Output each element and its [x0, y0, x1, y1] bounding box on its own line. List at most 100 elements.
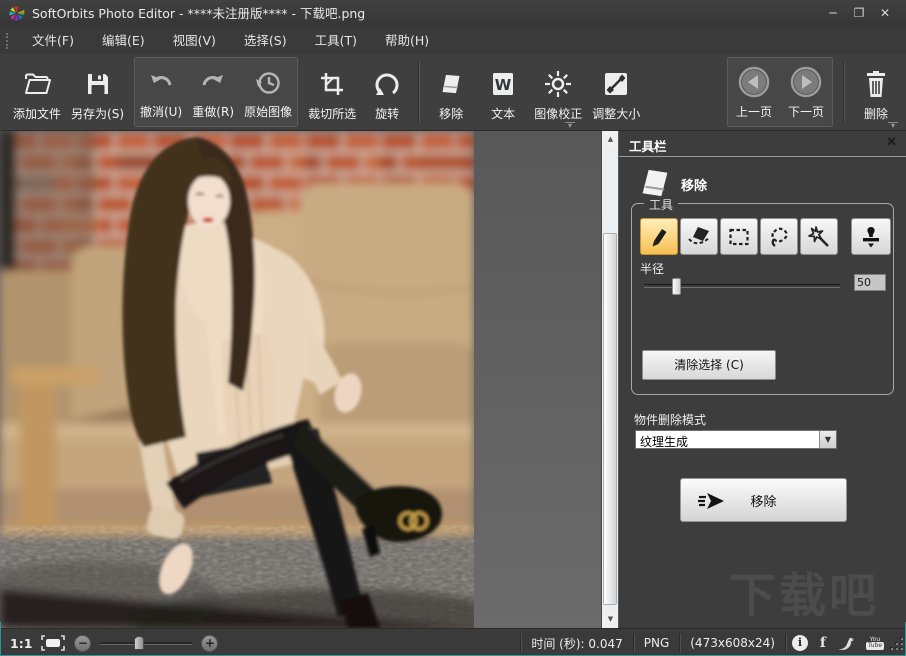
toolbar-label: 上一页: [736, 103, 772, 120]
toolbar-label: 裁切所选: [308, 105, 356, 122]
toolbar-label: 撤消(U): [140, 103, 182, 120]
image-correction-button[interactable]: 图像校正: [529, 56, 587, 128]
close-button[interactable]: ✕: [874, 4, 896, 22]
toolbar-spacer: [645, 56, 722, 128]
watermark-text: 下载吧: [729, 557, 879, 626]
radius-value-input[interactable]: [854, 274, 886, 291]
zoom-ratio-button[interactable]: 1:1: [10, 636, 32, 651]
facebook-icon[interactable]: f: [820, 635, 826, 651]
undo-button[interactable]: 撤消(U): [135, 58, 187, 126]
menu-view[interactable]: 视图(V): [159, 28, 230, 54]
scroll-down-icon[interactable]: ▼: [602, 611, 619, 628]
zoom-slider-handle[interactable]: [134, 636, 144, 650]
folder-open-icon: [22, 65, 52, 103]
brightness-icon: [544, 65, 572, 103]
zoom-out-button[interactable]: −: [74, 635, 91, 652]
magic-wand-tool-button[interactable]: [800, 218, 838, 255]
redo-button[interactable]: 重做(R): [187, 58, 239, 126]
menu-edit[interactable]: 编辑(E): [88, 28, 159, 54]
status-dimensions: (473x608x24): [680, 636, 785, 650]
scroll-up-icon[interactable]: ▲: [602, 131, 619, 148]
menu-tools[interactable]: 工具(T): [301, 28, 371, 54]
menu-select[interactable]: 选择(S): [230, 28, 301, 54]
toolbar-label: 另存为(S): [71, 105, 124, 122]
removal-mode-combobox[interactable]: 纹理生成 ▼: [635, 430, 837, 449]
resize-button[interactable]: 调整大小: [587, 56, 645, 128]
status-format: PNG: [634, 636, 680, 650]
resize-icon: [603, 65, 629, 103]
info-icon[interactable]: i: [792, 635, 808, 651]
save-as-button[interactable]: 另存为(S): [66, 56, 129, 128]
active-tool-name: 移除: [681, 175, 707, 194]
svg-text:W: W: [495, 76, 512, 94]
eraser-dashed-icon: [686, 225, 712, 249]
zoom-slider[interactable]: [100, 642, 192, 645]
next-page-icon: [790, 63, 822, 101]
apply-remove-label: 移除: [681, 491, 846, 510]
toolbar-overflow-icon[interactable]: ▾: [565, 122, 575, 130]
resize-grip[interactable]: [894, 635, 904, 651]
marker-tool-button[interactable]: [640, 218, 678, 255]
radius-slider[interactable]: [644, 284, 840, 288]
toolbar-label: 文本: [491, 105, 515, 122]
eraser-tool-icon: [639, 167, 673, 199]
prev-page-button[interactable]: 上一页: [728, 58, 780, 126]
title-bar: SoftOrbits Photo Editor - ****未注册版**** -…: [0, 0, 906, 28]
rect-selection-icon: [727, 225, 751, 249]
stamp-icon: [859, 225, 883, 249]
rotate-button[interactable]: 旋转: [361, 56, 413, 128]
menu-file[interactable]: 文件(F): [18, 28, 88, 54]
menu-grip: [6, 33, 12, 49]
combobox-dropdown-icon[interactable]: ▼: [819, 431, 836, 448]
next-page-button[interactable]: 下一页: [780, 58, 832, 126]
delete-button[interactable]: 删除: [850, 56, 902, 128]
panel-close-icon[interactable]: ✕: [886, 135, 897, 150]
toolbar-label: 移除: [439, 105, 463, 122]
history-icon: [254, 63, 282, 101]
maximize-button[interactable]: ❐: [848, 4, 870, 22]
toolbar-separator: [418, 62, 420, 122]
remove-tool-button[interactable]: 移除: [425, 56, 477, 128]
original-image-button[interactable]: 原始图像: [239, 58, 297, 126]
fit-to-screen-icon[interactable]: [41, 635, 65, 651]
add-file-button[interactable]: 添加文件: [8, 56, 66, 128]
rotate-icon: [373, 65, 401, 103]
status-info: 时间 (秒): 0.047 PNG (473x608x24) i f You T…: [520, 629, 904, 656]
eraser-selection-tool-button[interactable]: [680, 218, 718, 255]
prev-page-icon: [738, 63, 770, 101]
window-edge: [0, 622, 1, 656]
minimize-button[interactable]: ─: [822, 4, 844, 22]
tools-group: 工具 半径 清除选择 (C): [631, 203, 894, 395]
trash-icon: [864, 65, 888, 103]
lasso-selection-tool-button[interactable]: [760, 218, 798, 255]
undo-redo-group: 撤消(U) 重做(R) 原始图像: [134, 57, 298, 127]
radius-slider-handle[interactable]: [672, 278, 681, 295]
toolbar-separator: [843, 62, 845, 122]
menu-help[interactable]: 帮助(H): [371, 28, 443, 54]
clear-selection-button[interactable]: 清除选择 (C): [642, 350, 776, 380]
magic-wand-icon: [807, 225, 831, 249]
main-toolbar: 添加文件 另存为(S) 撤消(U) 重做(R): [0, 54, 906, 131]
scrollbar-thumb[interactable]: [603, 233, 617, 605]
text-doc-icon: W: [491, 65, 515, 103]
removal-mode-value: 纹理生成: [640, 433, 688, 450]
toolbar-label: 旋转: [375, 105, 399, 122]
youtube-icon[interactable]: You Tube: [866, 637, 884, 650]
apply-remove-button[interactable]: 移除: [680, 478, 847, 522]
toolbar-overflow-icon[interactable]: ▾: [888, 122, 898, 130]
crop-selection-button[interactable]: 裁切所选: [303, 56, 361, 128]
image-canvas[interactable]: [0, 131, 601, 628]
photo-woman-on-sofa: [0, 131, 474, 628]
menu-bar: 文件(F) 编辑(E) 视图(V) 选择(S) 工具(T) 帮助(H): [0, 28, 906, 54]
window-title: SoftOrbits Photo Editor - ****未注册版**** -…: [32, 0, 365, 28]
clone-stamp-tool-button[interactable]: [851, 218, 891, 255]
redo-icon: [199, 63, 227, 101]
lasso-icon: [767, 225, 791, 249]
rect-selection-tool-button[interactable]: [720, 218, 758, 255]
vertical-scrollbar[interactable]: ▲ ▼: [601, 131, 618, 628]
twitter-icon[interactable]: [837, 636, 855, 651]
page-nav-group: 上一页 下一页: [727, 57, 833, 127]
zoom-in-button[interactable]: +: [201, 635, 218, 652]
text-tool-button[interactable]: W 文本: [477, 56, 529, 128]
youtube-label-box: Tube: [866, 642, 884, 650]
